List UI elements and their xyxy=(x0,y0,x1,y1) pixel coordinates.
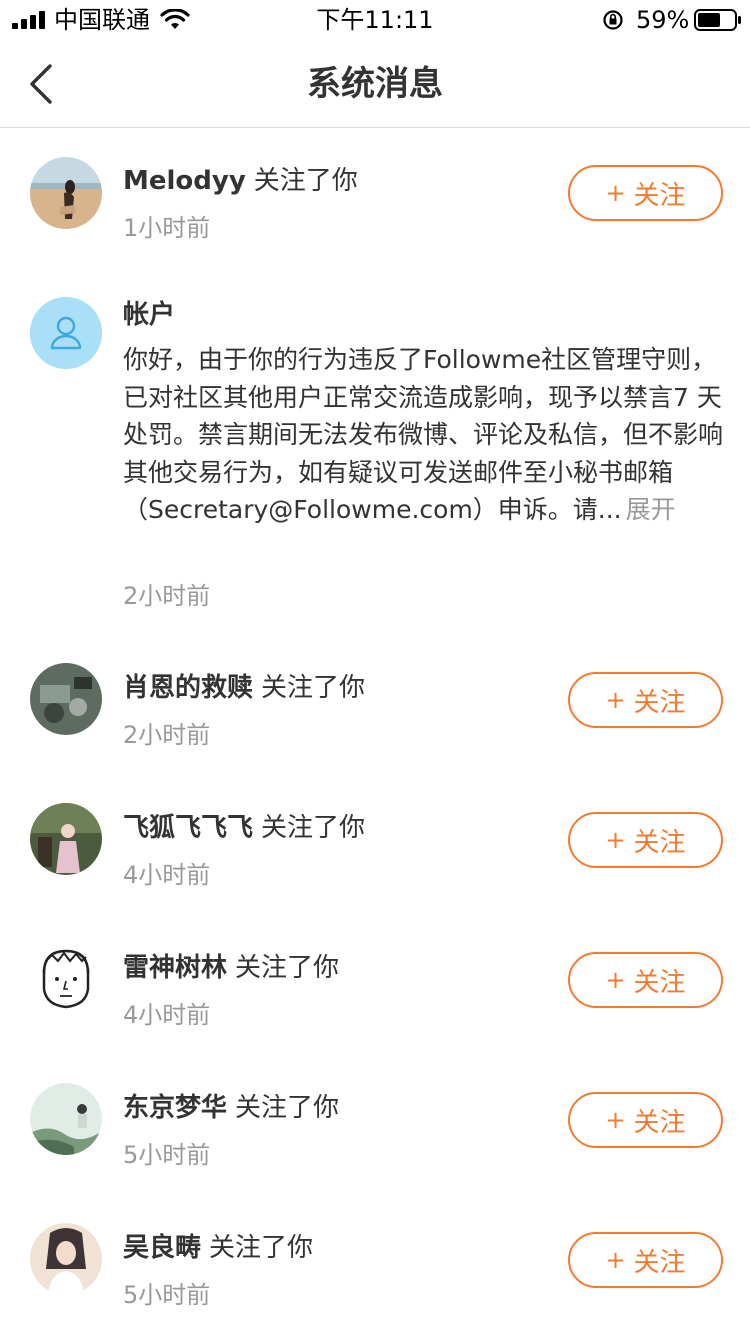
user-avatar[interactable] xyxy=(30,157,102,229)
follow-button[interactable]: + 关注 xyxy=(568,1232,723,1288)
notification-action: 关注了你 xyxy=(261,673,366,703)
follow-notification-item[interactable]: 雷神树林 关注了你 4小时前 + 关注 xyxy=(0,917,750,1057)
notification-text: 东京梦华 关注了你 xyxy=(123,1091,339,1125)
follow-notification-item[interactable]: 飞狐飞飞飞 关注了你 4小时前 + 关注 xyxy=(0,777,750,917)
plus-icon: + xyxy=(605,179,626,207)
timestamp: 4小时前 xyxy=(123,861,211,889)
notification-text: Melodyy 关注了你 xyxy=(123,164,358,198)
follow-label: 关注 xyxy=(633,967,686,998)
follow-label: 关注 xyxy=(633,1107,686,1138)
follow-label: 关注 xyxy=(633,827,686,858)
username[interactable]: 雷神树林 xyxy=(123,953,227,983)
battery-icon xyxy=(694,9,741,31)
follow-notification-item[interactable]: 肖恩的救赎 关注了你 2小时前 + 关注 xyxy=(0,637,750,777)
timestamp: 2小时前 xyxy=(123,721,211,749)
follow-button[interactable]: + 关注 xyxy=(568,952,723,1008)
system-notice-item[interactable]: 帐户 你好，由于你的行为违反了Followme社区管理守则，已对社区其他用户正常… xyxy=(0,279,750,629)
user-icon xyxy=(30,297,102,369)
follow-button[interactable]: + 关注 xyxy=(568,165,723,221)
timestamp: 4小时前 xyxy=(123,1001,211,1029)
follow-label: 关注 xyxy=(633,1247,686,1278)
follow-button[interactable]: + 关注 xyxy=(568,1092,723,1148)
username[interactable]: 飞狐飞飞飞 xyxy=(123,813,253,843)
notification-action: 关注了你 xyxy=(235,953,340,983)
battery-percent: 59% xyxy=(636,6,690,34)
username[interactable]: Melodyy xyxy=(123,166,246,196)
account-avatar xyxy=(30,297,102,369)
notification-text: 飞狐飞飞飞 关注了你 xyxy=(123,811,365,845)
timestamp: 1小时前 xyxy=(123,214,211,242)
follow-button[interactable]: + 关注 xyxy=(568,812,723,868)
notification-action: 关注了你 xyxy=(261,813,366,843)
orientation-lock-icon xyxy=(603,10,623,30)
navigation-bar: 系统消息 xyxy=(0,40,750,128)
follow-notification-item[interactable]: Melodyy 关注了你 1小时前 + 关注 xyxy=(0,129,750,279)
username[interactable]: 肖恩的救赎 xyxy=(123,673,253,703)
plus-icon: + xyxy=(605,966,626,994)
follow-notification-item[interactable]: 东京梦华 关注了你 5小时前 + 关注 xyxy=(0,1057,750,1197)
user-avatar[interactable] xyxy=(30,1223,102,1295)
notification-text: 雷神树林 关注了你 xyxy=(123,951,339,985)
user-avatar[interactable] xyxy=(30,1083,102,1155)
follow-label: 关注 xyxy=(633,180,686,211)
notification-action: 关注了你 xyxy=(209,1233,314,1263)
timestamp: 2小时前 xyxy=(123,582,211,610)
user-avatar[interactable] xyxy=(30,663,102,735)
follow-label: 关注 xyxy=(633,687,686,718)
plus-icon: + xyxy=(605,1106,626,1134)
username[interactable]: 东京梦华 xyxy=(123,1093,227,1123)
page-title: 系统消息 xyxy=(307,64,443,104)
user-avatar[interactable] xyxy=(30,803,102,875)
plus-icon: + xyxy=(605,1246,626,1274)
notification-action: 关注了你 xyxy=(235,1093,340,1123)
notification-action: 关注了你 xyxy=(253,166,358,196)
plus-icon: + xyxy=(605,826,626,854)
expand-link[interactable]: 展开 xyxy=(626,495,676,524)
follow-notification-item[interactable]: 吴良畴 关注了你 5小时前 + 关注 xyxy=(0,1197,750,1334)
plus-icon: + xyxy=(605,686,626,714)
timestamp: 5小时前 xyxy=(123,1141,211,1169)
follow-button[interactable]: + 关注 xyxy=(568,672,723,728)
username[interactable]: 吴良畴 xyxy=(123,1233,201,1263)
timestamp: 5小时前 xyxy=(123,1281,211,1309)
user-avatar[interactable] xyxy=(30,943,102,1015)
notification-text: 吴良畴 关注了你 xyxy=(123,1231,313,1265)
notice-body: 你好，由于你的行为违反了Followme社区管理守则，已对社区其他用户正常交流造… xyxy=(123,341,723,529)
notification-text: 肖恩的救赎 关注了你 xyxy=(123,671,365,705)
status-bar: 中国联通 下午11:11 59% xyxy=(0,0,750,40)
notice-title: 帐户 xyxy=(123,300,176,330)
